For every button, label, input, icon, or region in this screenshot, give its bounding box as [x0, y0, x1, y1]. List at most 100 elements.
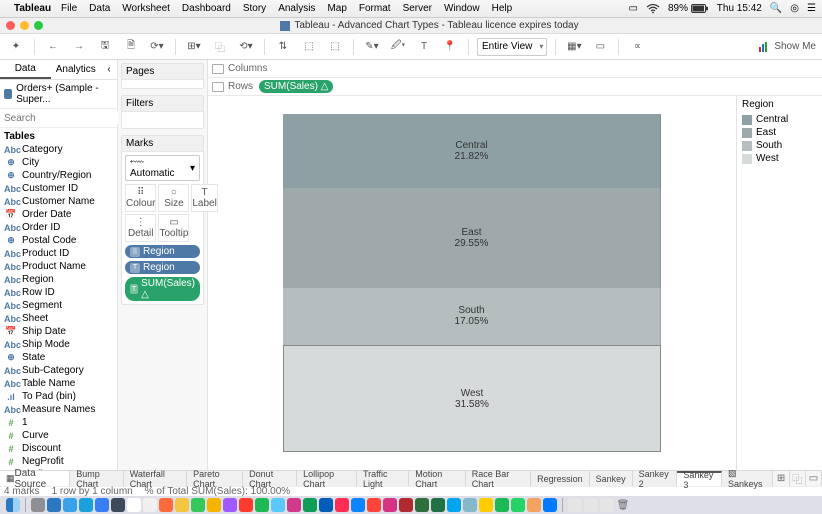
dock-app[interactable] [63, 498, 77, 512]
dock-app[interactable] [431, 498, 445, 512]
dock-trash[interactable]: 🗑 [616, 498, 630, 512]
menu-dashboard[interactable]: Dashboard [182, 3, 231, 14]
dock-app[interactable] [543, 498, 557, 512]
dock-app[interactable] [367, 498, 381, 512]
collapse-panel-button[interactable]: ‹ [101, 60, 117, 79]
sheet-tab[interactable]: Pareto Chart [187, 471, 243, 486]
sheet-tab[interactable]: Lollipop Chart [297, 471, 357, 486]
pin-button[interactable]: 📍 [440, 37, 460, 57]
dock-app[interactable] [303, 498, 317, 512]
dock-app[interactable] [287, 498, 301, 512]
mark-tooltip[interactable]: ▭Tooltip [158, 214, 189, 242]
sheet-tab[interactable]: Donut Chart [243, 471, 297, 486]
sort-asc-button[interactable]: ⬚ [299, 37, 319, 57]
new-worksheet-tab[interactable]: ⊞ [773, 471, 789, 486]
mark-colour[interactable]: ⠿Colour [125, 184, 156, 212]
field-item[interactable]: #NegProfit [0, 455, 117, 468]
dock-app[interactable] [79, 498, 93, 512]
analytics-tab[interactable]: Analytics [51, 60, 102, 79]
show-me-button[interactable]: Show Me [758, 41, 816, 53]
sheet-tab[interactable]: Waterfall Chart [124, 471, 187, 486]
new-datasource-button[interactable]: 🗎 [121, 37, 141, 57]
fit-select[interactable]: Entire View [477, 38, 547, 56]
field-item[interactable]: .ılTo Pad (bin) [0, 390, 117, 403]
mark-detail[interactable]: ⋮Detail [125, 214, 156, 242]
dock-app[interactable] [159, 498, 173, 512]
dock-app[interactable] [143, 498, 157, 512]
refresh-button[interactable]: ⟳▾ [147, 37, 167, 57]
sheet-tab[interactable]: Traffic Light [357, 471, 409, 486]
sheet-tab[interactable]: Motion Chart [409, 471, 465, 486]
dock-app[interactable] [191, 498, 205, 512]
airplay-icon[interactable]: ▭ [629, 3, 638, 14]
dock-app[interactable] [511, 498, 525, 512]
field-item[interactable]: AbcCustomer Name [0, 195, 117, 208]
clear-button[interactable]: ⟲▾ [236, 37, 256, 57]
tableau-logo-icon[interactable]: ✦ [6, 37, 26, 57]
control-center-icon[interactable]: ☰ [807, 3, 816, 14]
dock-app[interactable] [415, 498, 429, 512]
field-item[interactable]: #Curve [0, 429, 117, 442]
data-source-tab[interactable]: ▦ Data Source [0, 471, 70, 486]
field-item[interactable]: 📅Order Date [0, 208, 117, 221]
mark-size[interactable]: ○Size [158, 184, 189, 212]
dock-app[interactable] [271, 498, 285, 512]
field-item[interactable]: AbcTable Name [0, 377, 117, 390]
dock-app[interactable] [463, 498, 477, 512]
chart-slice[interactable]: South17.05% [283, 288, 661, 346]
dock-app[interactable] [399, 498, 413, 512]
wifi-icon[interactable] [646, 4, 660, 14]
menu-window[interactable]: Window [444, 3, 480, 14]
spotlight-icon[interactable]: 🔍 [770, 3, 782, 14]
dock-minimized[interactable] [584, 498, 598, 512]
battery-status[interactable]: 89% [668, 3, 709, 14]
clock[interactable]: Thu 15:42 [717, 3, 762, 14]
group-button[interactable]: 🖉▾ [388, 37, 408, 57]
field-item[interactable]: AbcShip Mode [0, 338, 117, 351]
dock-app[interactable] [175, 498, 189, 512]
dock-app[interactable] [479, 498, 493, 512]
dock-app[interactable] [95, 498, 109, 512]
field-item[interactable]: AbcSheet [0, 312, 117, 325]
rows-shelf[interactable]: Rows SUM(Sales) △ [208, 78, 822, 96]
share-button[interactable]: ∝ [627, 37, 647, 57]
legend-item[interactable]: Central [742, 113, 817, 126]
dock-app[interactable] [351, 498, 365, 512]
close-window-button[interactable] [6, 21, 15, 30]
legend-item[interactable]: East [742, 126, 817, 139]
menu-worksheet[interactable]: Worksheet [122, 3, 170, 14]
field-item[interactable]: AbcProduct ID [0, 247, 117, 260]
marks-pill[interactable]: TSUM(Sales) △ [125, 277, 200, 301]
menu-map[interactable]: Map [327, 3, 346, 14]
legend-item[interactable]: West [742, 152, 817, 165]
field-item[interactable]: AbcProduct Name [0, 260, 117, 273]
columns-shelf[interactable]: Columns [208, 60, 822, 78]
dock-minimized[interactable] [600, 498, 614, 512]
field-item[interactable]: AbcSegment [0, 299, 117, 312]
new-dashboard-tab[interactable]: ⿻ [790, 471, 806, 486]
field-list[interactable]: AbcCategory⊕City⊕Country/RegionAbcCustom… [0, 143, 117, 470]
search-input[interactable] [4, 111, 136, 125]
presentation-button[interactable]: ▭ [590, 37, 610, 57]
menu-help[interactable]: Help [492, 3, 513, 14]
sheet-tab[interactable]: Race Bar Chart [466, 471, 531, 486]
sheet-tab[interactable]: Regression [531, 471, 590, 486]
data-tab[interactable]: Data [0, 60, 51, 79]
dock-app[interactable] [495, 498, 509, 512]
field-item[interactable]: AbcCategory [0, 143, 117, 156]
dock-app[interactable] [207, 498, 221, 512]
menu-file[interactable]: File [61, 3, 77, 14]
sheet-tab[interactable]: Bump Chart [70, 471, 124, 486]
rows-pill-sum-sales[interactable]: SUM(Sales) △ [259, 80, 333, 93]
app-menu[interactable]: Tableau [14, 3, 51, 14]
swap-button[interactable]: ⇅ [273, 37, 293, 57]
dock-app[interactable] [319, 498, 333, 512]
dock-app[interactable] [447, 498, 461, 512]
sort-desc-button[interactable]: ⬚ [325, 37, 345, 57]
viz-canvas[interactable]: Central21.82%East29.55%South17.05%West31… [208, 96, 736, 470]
highlight-button[interactable]: ✎▾ [362, 37, 382, 57]
mark-type-select[interactable]: ⬳ Automatic▾ [125, 155, 200, 181]
minimize-window-button[interactable] [20, 21, 29, 30]
dock-finder[interactable] [6, 498, 20, 512]
menu-analysis[interactable]: Analysis [278, 3, 315, 14]
